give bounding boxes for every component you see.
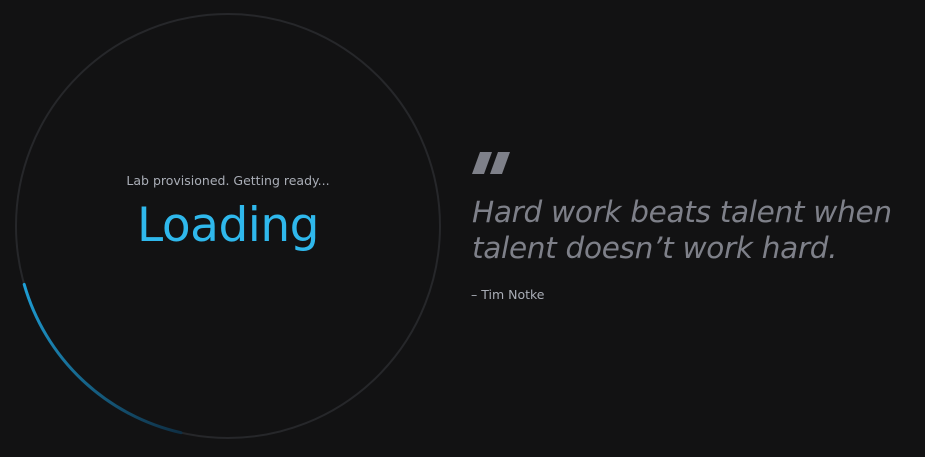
quote-author: – Tim Notke bbox=[471, 287, 545, 302]
status-text: Lab provisioned. Getting ready... bbox=[126, 173, 330, 188]
quote-text: Hard work beats talent when talent doesn… bbox=[472, 195, 892, 265]
progress-arc bbox=[22, 282, 183, 435]
quote-icon bbox=[472, 152, 510, 174]
loading-title: Loading bbox=[137, 198, 319, 253]
loading-screen: Lab provisioned. Getting ready... Loadin… bbox=[0, 0, 925, 457]
